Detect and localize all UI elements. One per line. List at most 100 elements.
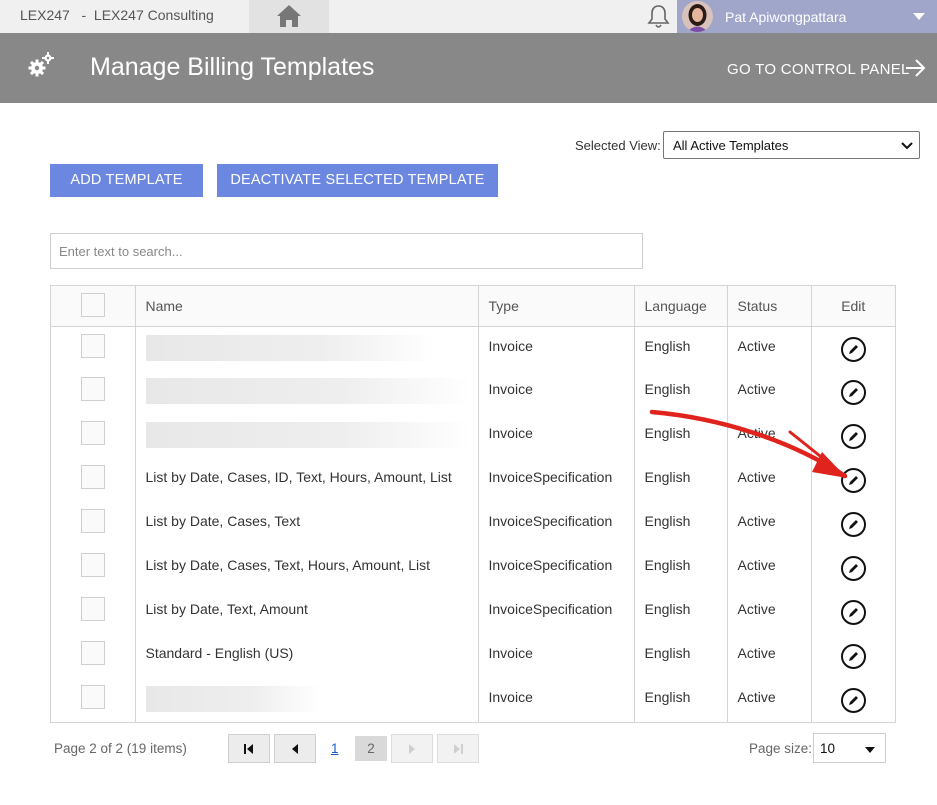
table-row[interactable]: List by Date, Cases, ID, Text, Hours, Am… (51, 458, 895, 502)
next-page-button[interactable] (391, 734, 433, 763)
edit-icon[interactable] (840, 380, 866, 405)
cell-type: Invoice (478, 370, 635, 414)
templates-grid: Name Type Language Status Edit Invoice En… (50, 285, 896, 723)
cell-type: InvoiceSpecification (478, 502, 635, 546)
table-row[interactable]: Invoice English Active (51, 414, 895, 458)
selected-view-value: All Active Templates (673, 138, 789, 153)
edit-icon[interactable] (840, 336, 866, 362)
cell-type: InvoiceSpecification (478, 546, 635, 590)
cell-type: Invoice (478, 634, 635, 678)
pager-info: Page 2 of 2 (19 items) (54, 741, 187, 756)
edit-icon[interactable] (840, 512, 866, 537)
deactivate-template-button[interactable]: DEACTIVATE SELECTED TEMPLATE (217, 164, 498, 197)
next-page-icon (409, 744, 415, 754)
first-page-icon (244, 744, 253, 754)
page-size-dropdown[interactable]: 10 (813, 733, 886, 763)
row-checkbox[interactable] (80, 641, 105, 665)
edit-icon[interactable] (840, 688, 866, 713)
page-2-current: 2 (355, 736, 387, 761)
home-button[interactable] (249, 0, 329, 33)
cell-type: InvoiceSpecification (478, 590, 635, 634)
column-header-status[interactable]: Status (727, 286, 812, 327)
table-row[interactable]: List by Date, Cases, Text InvoiceSpecific… (51, 502, 895, 546)
column-header-language[interactable]: Language (634, 286, 728, 327)
cell-name (135, 414, 479, 458)
row-checkbox[interactable] (80, 685, 105, 709)
page-title: Manage Billing Templates (90, 53, 375, 81)
arrow-right-icon[interactable] (904, 57, 926, 79)
table-row[interactable]: List by Date, Text, Amount InvoiceSpecifi… (51, 590, 895, 634)
row-checkbox[interactable] (80, 597, 105, 621)
cell-language: English (634, 502, 728, 546)
cell-language: English (634, 326, 728, 370)
cell-type: Invoice (478, 326, 635, 370)
control-panel-link[interactable]: GO TO CONTROL PANEL (727, 61, 910, 78)
cell-status: Active (727, 458, 812, 502)
cell-status: Active (727, 634, 812, 678)
column-header-edit: Edit (811, 286, 895, 327)
page-size-value: 10 (820, 741, 836, 756)
home-icon (277, 5, 301, 27)
cell-type: Invoice (478, 678, 635, 722)
table-row[interactable]: List by Date, Cases, Text, Hours, Amount… (51, 546, 895, 590)
cell-language: English (634, 458, 728, 502)
cell-language: English (634, 414, 728, 458)
last-page-button[interactable] (437, 734, 479, 763)
chevron-down-icon[interactable] (913, 13, 925, 20)
last-page-icon (454, 744, 463, 754)
cell-name (135, 326, 479, 370)
bell-icon[interactable] (646, 4, 671, 30)
table-row[interactable]: Invoice English Active (51, 370, 895, 414)
cell-type: InvoiceSpecification (478, 458, 635, 502)
column-header-name[interactable]: Name (135, 286, 479, 327)
gears-icon (28, 52, 54, 77)
edit-icon[interactable] (840, 556, 866, 581)
cell-status: Active (727, 678, 812, 722)
column-header-type[interactable]: Type (478, 286, 635, 327)
row-checkbox[interactable] (80, 509, 105, 533)
edit-icon[interactable] (840, 644, 866, 669)
brand-text: LEX247 - LEX247 Consulting (20, 7, 214, 23)
cell-name (135, 678, 479, 722)
redacted-name (145, 686, 321, 712)
avatar (682, 1, 713, 32)
page-1-link[interactable]: 1 (331, 741, 339, 756)
cell-status: Active (727, 326, 812, 370)
top-bar: LEX247 - LEX247 Consulting Pat Apiwongpa… (0, 0, 937, 33)
redacted-name (145, 378, 471, 404)
table-row[interactable]: Invoice English Active (51, 678, 895, 722)
table-row[interactable]: Invoice English Active (51, 326, 895, 370)
user-menu[interactable]: Pat Apiwongpattara (677, 0, 937, 33)
cell-status: Active (727, 502, 812, 546)
cell-status: Active (727, 370, 812, 414)
cell-name: List by Date, Cases, Text (135, 502, 479, 546)
row-checkbox[interactable] (80, 465, 105, 489)
row-checkbox[interactable] (80, 333, 105, 358)
edit-icon[interactable] (840, 424, 866, 449)
edit-icon[interactable] (840, 468, 866, 493)
user-name: Pat Apiwongpattara (725, 9, 847, 25)
select-all-checkbox[interactable] (80, 293, 105, 318)
row-checkbox[interactable] (80, 421, 105, 445)
cell-name: List by Date, Cases, ID, Text, Hours, Am… (135, 458, 479, 502)
table-row[interactable]: Standard - English (US) Invoice English Act… (51, 634, 895, 678)
cell-status: Active (727, 590, 812, 634)
edit-icon[interactable] (840, 600, 866, 625)
prev-page-button[interactable] (274, 734, 316, 763)
prev-page-icon (292, 744, 298, 754)
first-page-button[interactable] (228, 734, 270, 763)
cell-language: English (634, 546, 728, 590)
row-checkbox[interactable] (80, 553, 105, 577)
search-input[interactable] (50, 233, 643, 269)
cell-status: Active (727, 546, 812, 590)
selected-view-label: Selected View: (575, 138, 661, 153)
chevron-down-icon (865, 747, 875, 753)
cell-language: English (634, 370, 728, 414)
add-template-button[interactable]: ADD TEMPLATE (50, 164, 203, 197)
selected-view-dropdown[interactable]: All Active Templates (663, 131, 920, 159)
cell-language: English (634, 590, 728, 634)
cell-name (135, 370, 479, 414)
row-checkbox[interactable] (80, 377, 105, 401)
page-header: Manage Billing Templates GO TO CONTROL P… (0, 33, 937, 103)
cell-language: English (634, 634, 728, 678)
